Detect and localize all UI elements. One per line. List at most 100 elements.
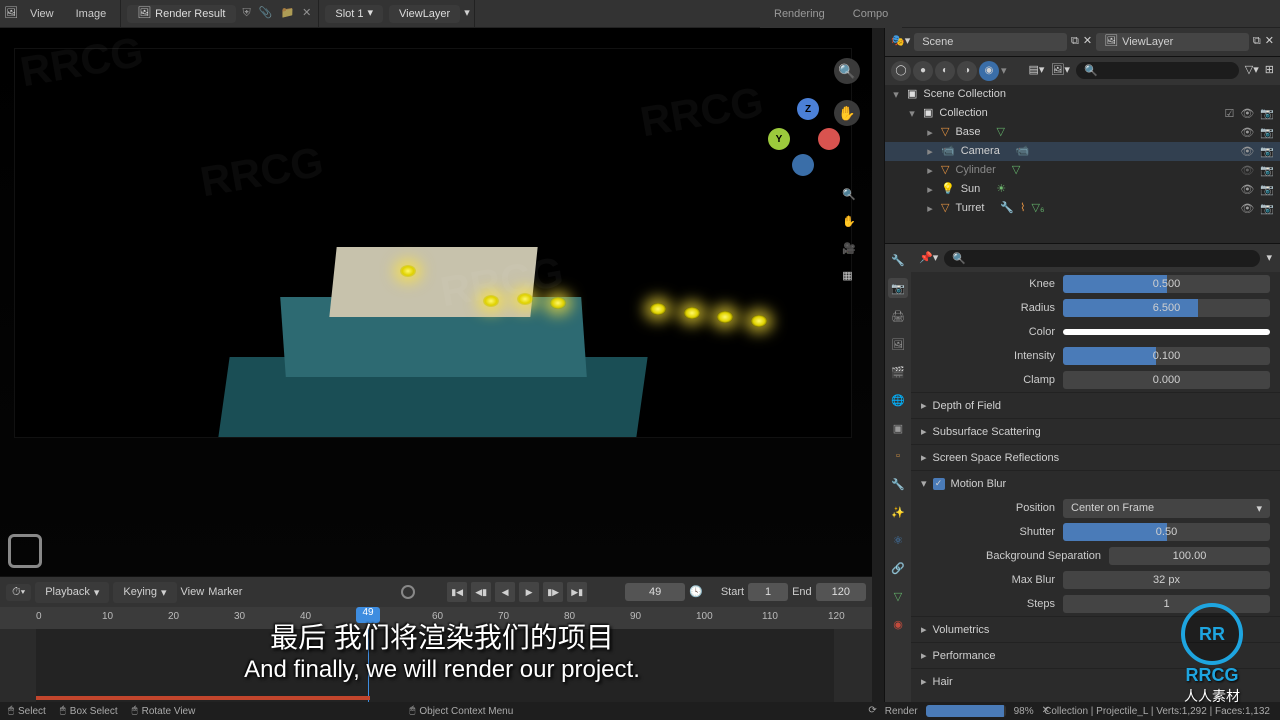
eye-icon[interactable]: 👁 (1240, 202, 1254, 215)
jump-prev-key-button[interactable]: ◀▮ (471, 582, 491, 602)
tab-world[interactable]: 🌐 (888, 390, 908, 410)
tab-output[interactable]: 🖨 (888, 306, 908, 326)
tab-tool[interactable]: 🔧 (888, 250, 908, 270)
outliner-display-icon[interactable]: ▤▾ (1029, 65, 1045, 76)
timeline-view-menu[interactable]: View (181, 586, 205, 598)
imgedit-view-menu[interactable]: View (20, 4, 64, 24)
render-progress[interactable]: ⟳ Render 98% ✕ (868, 705, 1050, 717)
panel-performance[interactable]: ▸Performance (911, 642, 1280, 668)
autokey-icon[interactable] (401, 585, 415, 599)
panel-dof[interactable]: ▸Depth of Field (911, 392, 1280, 418)
playhead[interactable]: 49 (356, 607, 380, 623)
tab-collection[interactable]: ▣ (888, 418, 908, 438)
jump-next-key-button[interactable]: ▮▶ (543, 582, 563, 602)
close-icon[interactable]: ✕ (1265, 36, 1274, 47)
play-reverse-button[interactable]: ◀ (495, 582, 515, 602)
imgedit-image-menu[interactable]: Image (66, 4, 117, 24)
tab-physics[interactable]: ⚛ (888, 530, 908, 550)
jump-start-button[interactable]: ▮◀ (447, 582, 467, 602)
duplicate-icon[interactable]: ⧉ (1071, 36, 1079, 47)
camera-icon[interactable]: 📷 (1260, 164, 1274, 177)
eye-closed-icon[interactable]: 👁 (1240, 164, 1254, 177)
eye-icon[interactable]: 👁 (1240, 183, 1254, 196)
panel-volumetrics[interactable]: ▸Volumetrics (911, 616, 1280, 642)
clock-icon[interactable]: 🕓 (689, 587, 703, 598)
camera-icon[interactable]: 📷 (1260, 183, 1274, 196)
shading-preview-icon[interactable]: ◑ (957, 61, 977, 81)
outliner-item-sun[interactable]: ▸💡Sun☀ 👁📷 (885, 180, 1280, 199)
tab-object[interactable]: ▫ (888, 446, 908, 466)
tab-rendering[interactable]: Rendering (760, 3, 839, 25)
knee-slider[interactable]: 0.500 (1063, 275, 1270, 293)
eye-icon[interactable]: 👁 (1240, 107, 1254, 120)
tab-scene[interactable]: 🎬 (888, 362, 908, 382)
shading-wireframe-icon[interactable]: ◯ (891, 61, 911, 81)
close-icon[interactable]: ✕ (299, 8, 314, 19)
outliner-item-cylinder[interactable]: ▸▽Cylinder▽ 👁📷 (885, 161, 1280, 180)
eye-icon[interactable]: 👁 (1240, 126, 1254, 139)
close-icon[interactable]: ✕ (1083, 36, 1092, 47)
outliner-scene-collection[interactable]: ▾▣Scene Collection (885, 85, 1280, 104)
shading-rendered-icon[interactable]: ◉ (979, 61, 999, 81)
camera-icon[interactable]: 📷 (1260, 145, 1274, 158)
outliner-item-turret[interactable]: ▸▽Turret🔧⌇▽₆ 👁📷 (885, 199, 1280, 218)
tab-constraints[interactable]: 🔗 (888, 558, 908, 578)
properties-search[interactable]: 🔍 (944, 250, 1260, 267)
tab-material[interactable]: ◉ (888, 614, 908, 634)
filter-icon[interactable]: ▽▾ (1245, 65, 1259, 76)
folder-icon[interactable]: 📁 (277, 8, 297, 19)
duplicate-icon[interactable]: ⧉ (1253, 36, 1261, 47)
timeline-marker-menu[interactable]: Marker (208, 586, 242, 598)
slot-selector[interactable]: Slot 1▾ (325, 5, 383, 23)
tab-render[interactable]: 📷 (888, 278, 908, 298)
tab-particles[interactable]: ✨ (888, 502, 908, 522)
outliner-item-base[interactable]: ▸▽Base▽ 👁📷 (885, 123, 1280, 142)
orientation-gizmo[interactable]: Z Y (768, 98, 848, 178)
steps-input[interactable]: 1 (1063, 595, 1270, 613)
image-selector[interactable]: 🖼 Render Result (127, 5, 235, 23)
viewport[interactable]: 🔍 ✋ Z Y 🔍 ✋ 🎥 ▦ RRCG RRCG RRCG RRCG (0, 28, 872, 576)
panel-hair[interactable]: ▸Hair (911, 668, 1280, 694)
maxblur-input[interactable]: 32 px (1063, 571, 1270, 589)
play-button[interactable]: ▶ (519, 582, 539, 602)
shield-icon[interactable]: ⛨ (240, 8, 254, 19)
tab-compositing[interactable]: Compo (839, 3, 902, 25)
shading-matcap-icon[interactable]: ◐ (935, 61, 955, 81)
camera-icon[interactable]: 📷 (1260, 107, 1274, 120)
timeline-body[interactable] (0, 629, 872, 702)
position-dropdown[interactable]: Center on Frame▾ (1063, 499, 1270, 518)
radius-slider[interactable]: 6.500 (1063, 299, 1270, 317)
end-frame-input[interactable]: 120 (816, 583, 866, 601)
area-corner-icon[interactable] (8, 534, 42, 568)
shading-options-icon[interactable]: ▾ (1001, 64, 1007, 77)
zoom-icon[interactable]: 🔍 (834, 58, 860, 84)
timeline-editor-icon[interactable]: ⏱▾ (6, 584, 31, 601)
color-field[interactable] (1063, 329, 1270, 335)
editor-type-icon[interactable]: 🖼 (4, 8, 18, 19)
intensity-slider[interactable]: 0.100 (1063, 347, 1270, 365)
outliner-item-camera[interactable]: ▸📹Camera📹 👁📷 (885, 142, 1280, 161)
current-frame-input[interactable]: 49 (625, 583, 685, 601)
move-viewport-icon[interactable]: ✋ (842, 215, 856, 228)
outliner-collection[interactable]: ▾▣Collection ☑👁📷 (885, 104, 1280, 123)
motion-blur-checkbox[interactable]: ✓ (933, 478, 945, 490)
camera-icon[interactable]: 📷 (1260, 126, 1274, 139)
bgsep-input[interactable]: 100.00 (1109, 547, 1270, 565)
camera-icon[interactable]: 📷 (1260, 202, 1274, 215)
scene-icon[interactable]: 🎭▾ (891, 36, 910, 47)
dropdown-icon[interactable]: ▾ (464, 8, 470, 19)
jump-end-button[interactable]: ▶▮ (567, 582, 587, 602)
tab-modifier[interactable]: 🔧 (888, 474, 908, 494)
shutter-slider[interactable]: 0.50 (1063, 523, 1270, 541)
panel-motion-blur[interactable]: ▾✓Motion Blur (911, 470, 1280, 496)
panel-sss[interactable]: ▸Subsurface Scattering (911, 418, 1280, 444)
new-collection-icon[interactable]: ⊞ (1265, 65, 1274, 76)
viewlayer-selector[interactable]: ViewLayer (389, 5, 460, 23)
keying-menu[interactable]: Keying▾ (113, 582, 176, 603)
eye-icon[interactable]: 👁 (1240, 145, 1254, 158)
zoom-viewport-icon[interactable]: 🔍 (842, 188, 856, 201)
checkbox-icon[interactable]: ☑ (1224, 107, 1234, 120)
camera-view-icon[interactable]: 🎥 (842, 242, 856, 255)
shading-solid-icon[interactable]: ● (913, 61, 933, 81)
panel-ssr[interactable]: ▸Screen Space Reflections (911, 444, 1280, 470)
